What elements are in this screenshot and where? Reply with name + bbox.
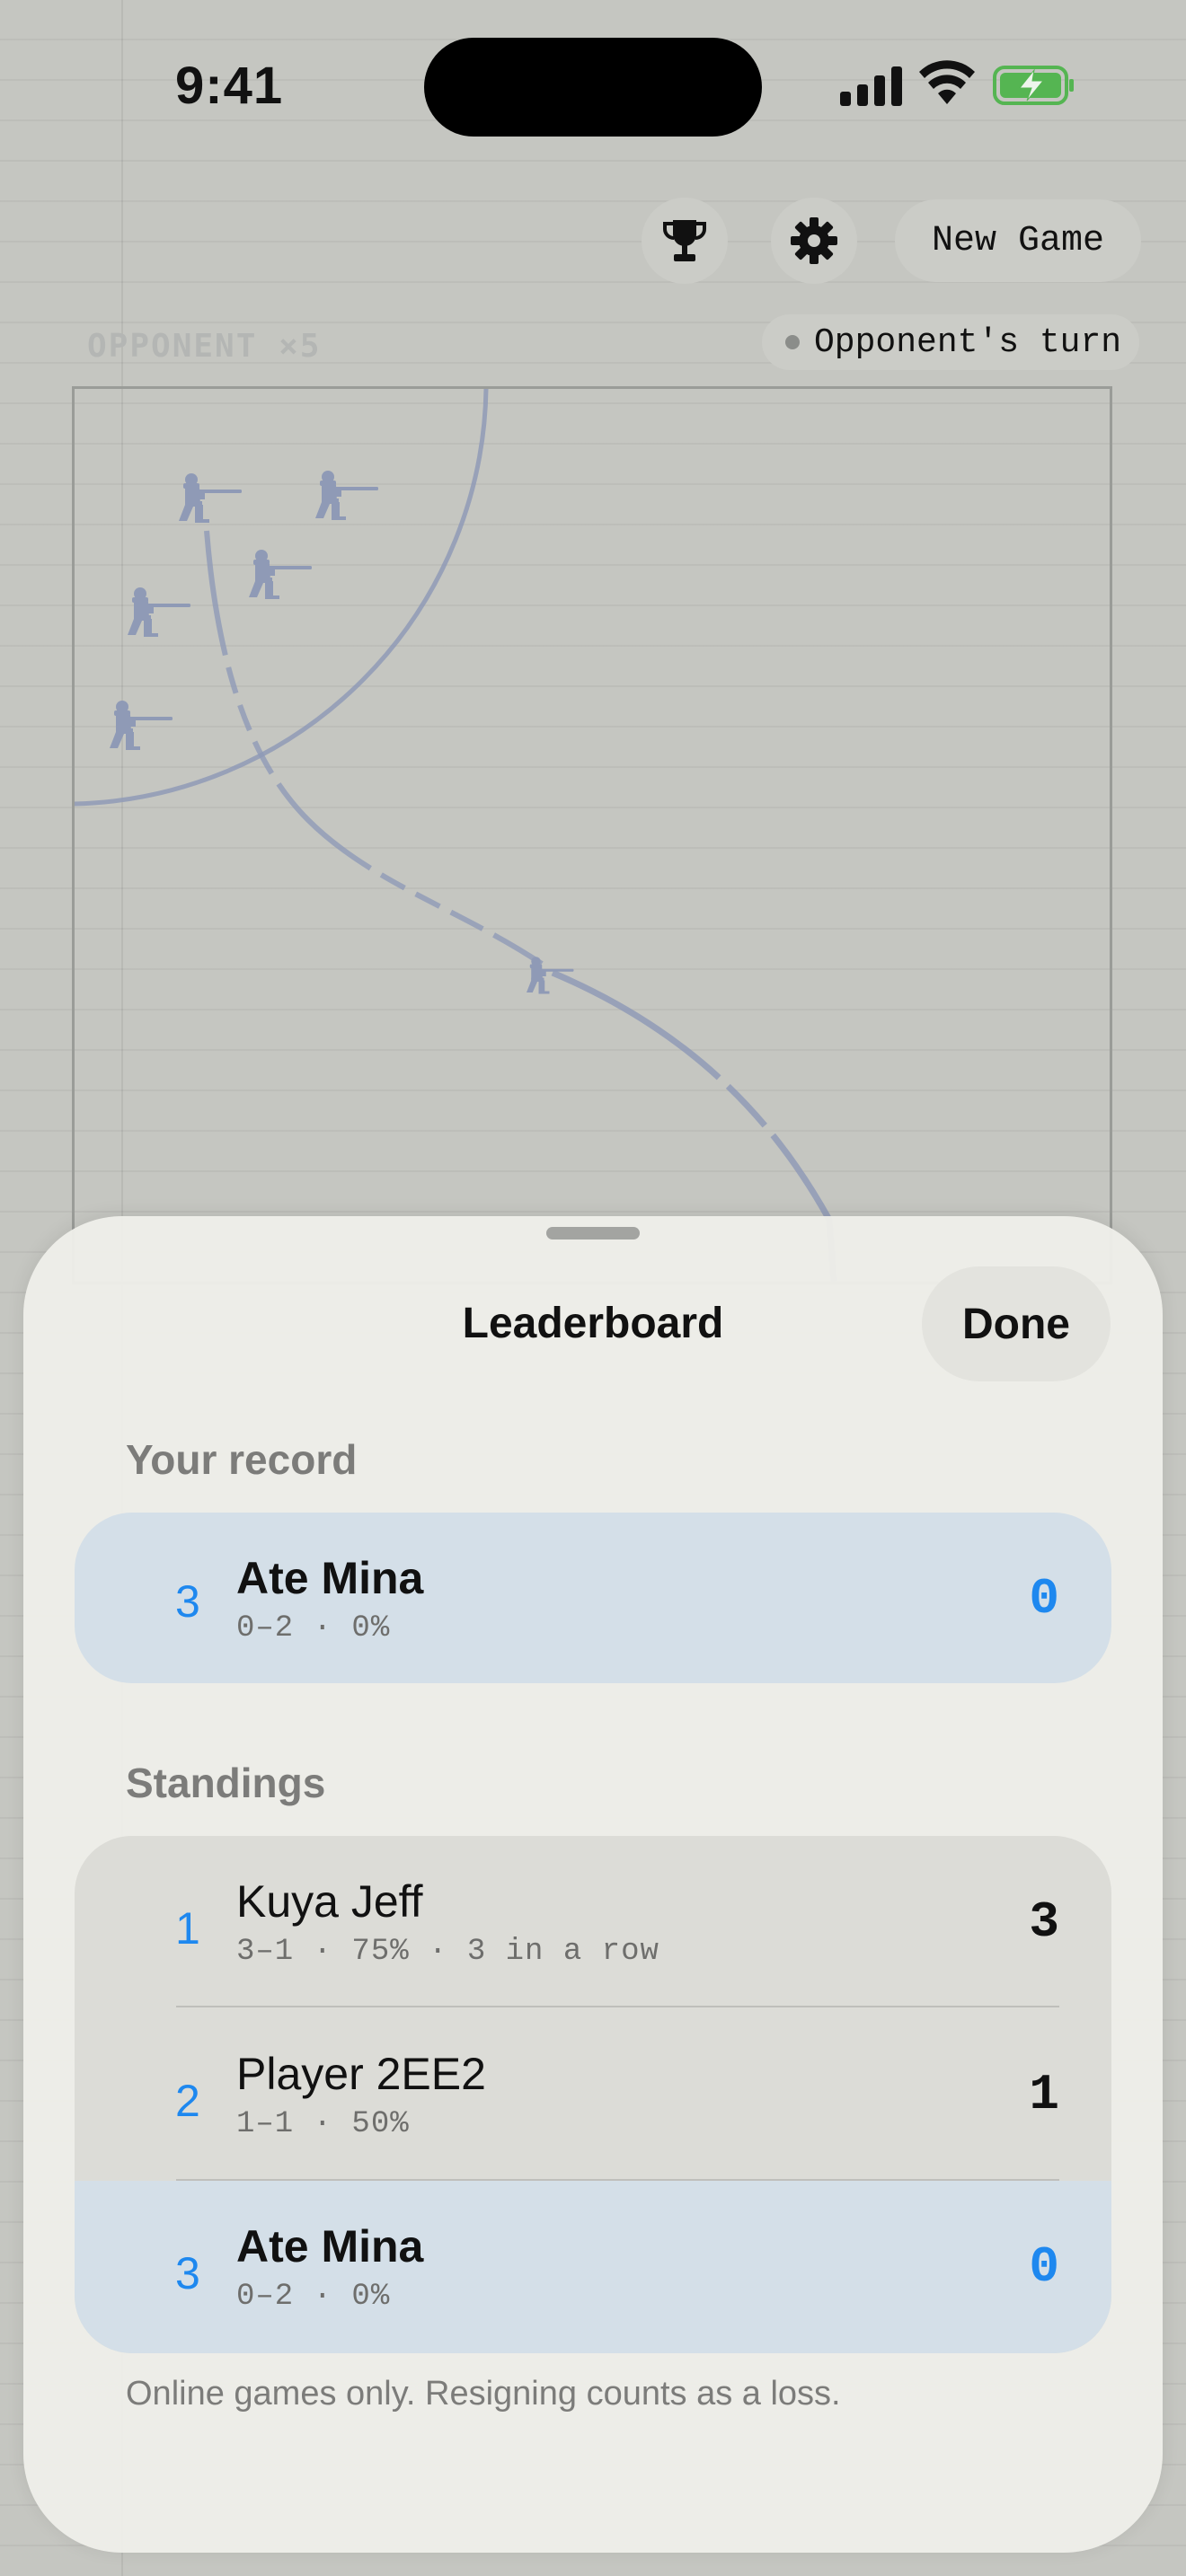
standing-stats: 3–1 · 75% · 3 in a row	[236, 1935, 659, 1969]
standing-player-name: Kuya Jeff	[236, 1876, 423, 1927]
trophy-icon	[663, 220, 706, 261]
opponent-label: OPPONENT ×5	[87, 328, 322, 365]
record-player-name: Ate Mina	[236, 1553, 424, 1603]
standing-score: 3	[1029, 1893, 1059, 1951]
cellular-signal-icon	[840, 65, 903, 106]
record-stats: 0–2 · 0%	[236, 1611, 391, 1645]
settings-button[interactable]	[771, 198, 857, 284]
turn-status-text: Opponent's turn	[814, 322, 1122, 362]
new-game-button[interactable]: New Game	[895, 199, 1141, 282]
standings-list: 1 Kuya Jeff 3–1 · 75% · 3 in a row 3 2 P…	[75, 1836, 1111, 2353]
soldier-icon	[527, 957, 574, 994]
wifi-icon	[919, 60, 975, 104]
standing-rank: 2	[175, 2076, 200, 2126]
record-rank: 3	[175, 1576, 200, 1627]
standing-stats: 0–2 · 0%	[236, 2280, 391, 2314]
leaderboard-button[interactable]	[642, 198, 728, 284]
standing-score: 0	[1029, 2238, 1059, 2296]
soldier-icon	[110, 701, 173, 750]
standings-row-current-user: 3 Ate Mina 0–2 · 0% 0	[75, 2181, 1111, 2353]
soldier-icon	[315, 471, 378, 520]
standing-player-name: Player 2EE2	[236, 2049, 486, 2099]
status-dot-icon	[785, 335, 800, 349]
soldier-icon	[249, 550, 312, 599]
standings-row: 1 Kuya Jeff 3–1 · 75% · 3 in a row 3	[75, 1836, 1111, 2008]
row-divider	[176, 2006, 1059, 2007]
done-button[interactable]: Done	[922, 1266, 1111, 1381]
status-time: 9:41	[175, 57, 284, 115]
board-drawing	[75, 389, 837, 1282]
game-board[interactable]	[72, 386, 1112, 1284]
standings-header: Standings	[126, 1760, 326, 1806]
gear-icon	[791, 217, 837, 264]
sheet-grabber[interactable]	[546, 1227, 640, 1239]
standings-row: 2 Player 2EE2 1–1 · 50% 1	[75, 2008, 1111, 2181]
standing-stats: 1–1 · 50%	[236, 2107, 410, 2141]
record-score: 0	[1029, 1570, 1059, 1628]
soldier-icon	[128, 587, 190, 637]
standing-player-name: Ate Mina	[236, 2221, 424, 2272]
sheet-title: Leaderboard	[462, 1300, 724, 1347]
standing-rank: 3	[175, 2248, 200, 2298]
battery-charging-icon	[993, 66, 1074, 105]
your-record-card: 3 Ate Mina 0–2 · 0% 0	[75, 1513, 1111, 1683]
soldier-icon	[179, 473, 242, 523]
your-record-header: Your record	[126, 1436, 358, 1483]
standing-score: 1	[1029, 2066, 1059, 2123]
turn-status-badge: Opponent's turn	[762, 314, 1139, 370]
standing-rank: 1	[175, 1903, 200, 1954]
dynamic-island	[424, 38, 762, 137]
leaderboard-footnote: Online games only. Resigning counts as a…	[126, 2375, 841, 2413]
